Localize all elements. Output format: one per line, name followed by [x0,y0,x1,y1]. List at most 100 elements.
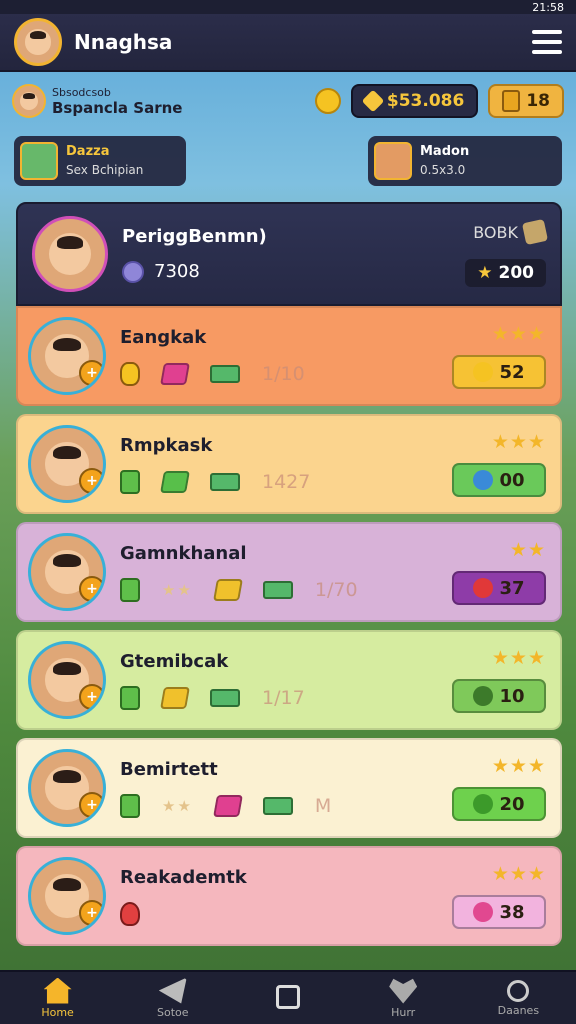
row-name: Gamnkhanal [120,542,247,564]
token-icon [120,793,140,818]
reward-value: 37 [499,577,525,599]
rating-stars-icon: ★★★ [491,323,546,345]
cash-icon [210,688,240,707]
shop-icon [275,985,300,1009]
featured-name: PeriggBenmn) [122,225,267,247]
plus-badge-icon: + [79,576,103,602]
tab-search[interactable]: Daanes [478,979,558,1017]
token-icon [120,469,140,494]
featured-badge: ★ 200 [465,259,546,287]
leaderboard-row[interactable]: + Reakademtk ★★★ 38 [16,846,562,946]
rating-stars-icon: ★★★ [491,863,546,885]
row-value: 1/17 [262,686,305,709]
row-value: M [314,794,332,817]
row-name: Bemirtett [120,758,218,780]
featured-avatar [32,216,108,292]
team-left-sub: Sex Bchipian [66,163,144,177]
leaderboard-row[interactable]: + Eangkak 1/10 ★★★ 52 [16,306,562,406]
tab-send[interactable]: Sotoe [133,977,213,1019]
back-button[interactable]: BOBK [473,218,549,246]
info-row: Sbsodcsob Bspancla Sarne $53.086 18 [12,78,564,124]
cash-icon [262,580,293,599]
reward-icon [473,578,494,598]
plus-badge-icon: + [79,360,103,386]
reward-button[interactable]: 10 [452,679,546,713]
team-left-title: Dazza [66,144,110,159]
shield-icon [122,260,144,283]
app-title: Nnaghsa [74,30,173,54]
bottom-tab-bar: Home Sotoe Hurr Daanes [0,970,576,1024]
row-avatar: + [28,857,106,935]
status-time: 21:58 [532,0,564,14]
token-icon [120,577,140,602]
reward-icon [473,362,494,382]
rating-stars-icon: ★★★ [491,755,546,777]
tab-favorites[interactable]: Hurr [363,978,443,1019]
reward-button[interactable]: 00 [452,463,546,497]
team-card-left[interactable]: Dazza Sex Bchipian [14,136,186,186]
heart-icon [389,978,418,1004]
cash-icon [210,472,240,491]
team-thumb-icon [20,142,58,180]
ticket-counter[interactable]: 18 [488,84,564,118]
leaderboard-list: PeriggBenmn) 7308 BOBK ★ 200 + Eangkak 1/1… [16,202,562,946]
row-avatar: + [28,317,106,395]
reward-value: 38 [499,901,525,923]
rating-stars-icon: ★★★ [491,647,546,669]
ticket-value: 18 [526,91,550,111]
tile-icon [160,686,190,709]
token-icon [120,901,140,926]
reward-button[interactable]: 37 [452,571,546,605]
player-chip[interactable]: Sbsodcsob Bspancla Sarne [12,84,305,118]
search-icon [507,979,530,1002]
reward-button[interactable]: 52 [452,355,546,389]
row-avatar: + [28,641,106,719]
row-value: 1/10 [262,362,305,385]
leaderboard-row[interactable]: + Bemirtett ★★ M ★★★ 20 [16,738,562,838]
row-value: 1427 [262,470,311,493]
cash-icon [210,364,240,383]
token-icon [120,361,140,386]
menu-icon[interactable] [532,30,562,54]
avatar-face-icon [25,29,51,55]
reward-icon [473,794,494,814]
tab-shop[interactable] [248,985,328,1011]
tab-send-label: Sotoe [157,1005,189,1019]
rating-stars-icon: ★★★ [491,431,546,453]
team-row: Dazza Sex Bchipian Madon 0.5x3.0 [14,136,562,188]
player-name: Bspancla Sarne [52,98,183,117]
reward-button[interactable]: 20 [452,787,546,821]
tab-search-label: Daanes [497,1003,540,1017]
reward-value: 20 [499,793,525,815]
send-icon [158,977,187,1004]
tile-icon [160,470,190,493]
tile-icon [160,362,190,385]
reward-value: 52 [499,361,525,383]
ticket-icon [502,90,521,112]
reward-icon [473,470,494,490]
leaderboard-row[interactable]: + Gtemibcak 1/17 ★★★ 10 [16,630,562,730]
tab-home-label: Home [41,1005,74,1019]
team-card-right[interactable]: Madon 0.5x3.0 [368,136,562,186]
plus-badge-icon: + [79,900,103,926]
small-stars-icon: ★★ [162,580,193,599]
gold-counter[interactable]: $53.086 [350,84,479,118]
profile-avatar[interactable] [14,18,62,66]
tab-favorites-label: Hurr [391,1005,416,1019]
row-avatar: + [28,425,106,503]
tab-home[interactable]: Home [18,977,98,1019]
rating-stars-icon: ★★ [509,539,546,561]
team-thumb-icon [374,142,412,180]
reward-button[interactable]: 38 [452,895,546,929]
leaderboard-row[interactable]: + Gamnkhanal ★★ 1/70 ★★ 37 [16,522,562,622]
plus-badge-icon: + [79,792,103,818]
leaderboard-row[interactable]: + Rmpkask 1427 ★★★ 00 [16,414,562,514]
cash-icon [262,796,293,815]
featured-player-card[interactable]: PeriggBenmn) 7308 BOBK ★ 200 [16,202,562,306]
row-name: Reakademtk [120,866,247,888]
row-avatar: + [28,749,106,827]
row-name: Rmpkask [120,434,213,456]
coin-icon[interactable] [314,88,341,114]
player-avatar [12,84,46,118]
token-icon [120,685,140,710]
